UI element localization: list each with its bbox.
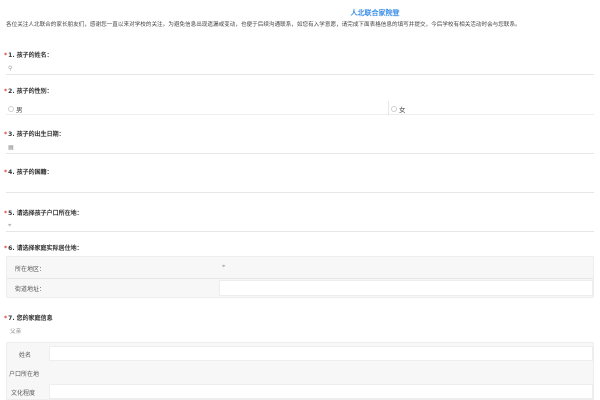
father-hukou-label: 户口所在地 (9, 371, 40, 378)
gender-option-label: 女 (399, 106, 406, 114)
required-mark: * (4, 169, 8, 176)
required-mark: * (4, 52, 8, 59)
question-family-info: *7. 您的家庭信息 (4, 313, 53, 322)
person-icon: ⚲ (8, 65, 13, 72)
required-mark: * (4, 131, 8, 138)
form-title: 人北联合家院登 (350, 9, 400, 17)
father-education-row: 文化程度 (7, 383, 593, 400)
area-label: 所在地区： (15, 266, 46, 273)
gender-radio-group: 男 女 (6, 101, 594, 115)
area-picker[interactable]: ⌖ (219, 260, 593, 276)
radio-circle-icon (8, 106, 14, 112)
father-name-row: 姓名 (7, 345, 593, 362)
form-intro: 各位关注人北联合的家长朋友们，感谢您一直以来对学校的关注。为避免信息出现遗漏或变… (6, 22, 521, 28)
question-label: 2. 孩子的性别： (8, 88, 53, 95)
gender-option-male[interactable]: 男 (8, 104, 23, 114)
divider (388, 101, 389, 115)
gender-option-label: 男 (16, 106, 23, 114)
father-education-select[interactable] (49, 384, 593, 399)
father-education-label: 文化程度 (11, 390, 36, 397)
question-label: 7. 您的家庭信息 (8, 315, 53, 322)
question-label: 4. 孩子的国籍： (8, 169, 53, 176)
question-nationality: *4. 孩子的国籍： (4, 167, 53, 176)
location-icon: ⌖ (222, 263, 226, 270)
hukou-location-picker[interactable]: ⌖ (6, 220, 594, 232)
father-hukou-row: 户口所在地 (7, 364, 593, 381)
question-label: 1. 孩子的姓名： (8, 52, 53, 59)
required-mark: * (4, 315, 8, 322)
residence-street-row: 街道地址： (7, 279, 593, 297)
question-label: 6. 请选择家庭实际居住地： (8, 245, 83, 252)
question-label: 3. 孩子的出生日期： (8, 131, 65, 138)
gender-option-female[interactable]: 女 (391, 104, 406, 114)
required-mark: * (4, 88, 8, 95)
required-mark: * (4, 210, 8, 217)
nationality-input[interactable] (6, 181, 594, 193)
father-info-group: 姓名 户口所在地 文化程度 (6, 342, 594, 400)
question-label: 5. 请选择孩子户口所在地： (8, 210, 83, 217)
father-section-title: 父亲 (10, 329, 22, 335)
question-residence: *6. 请选择家庭实际居住地： (4, 243, 83, 252)
father-name-input[interactable] (49, 346, 593, 361)
street-address-input[interactable] (219, 280, 593, 296)
residence-area-row: 所在地区： ⌖ (7, 259, 593, 277)
birth-date-input[interactable]: ▦ (6, 142, 594, 154)
residence-group: 所在地区： ⌖ 街道地址： (6, 256, 594, 298)
question-child-gender: *2. 孩子的性别： (4, 86, 53, 95)
location-icon: ⌖ (8, 222, 12, 229)
required-mark: * (4, 245, 8, 252)
calendar-icon: ▦ (8, 144, 14, 151)
child-name-input[interactable]: ⚲ (6, 63, 594, 75)
street-label: 街道地址： (15, 286, 46, 293)
question-child-name: *1. 孩子的姓名： (4, 50, 53, 59)
question-hukou-location: *5. 请选择孩子户口所在地： (4, 208, 83, 217)
question-birth-date: *3. 孩子的出生日期： (4, 129, 65, 138)
father-name-label: 姓名 (19, 352, 32, 359)
radio-circle-icon (391, 106, 397, 112)
